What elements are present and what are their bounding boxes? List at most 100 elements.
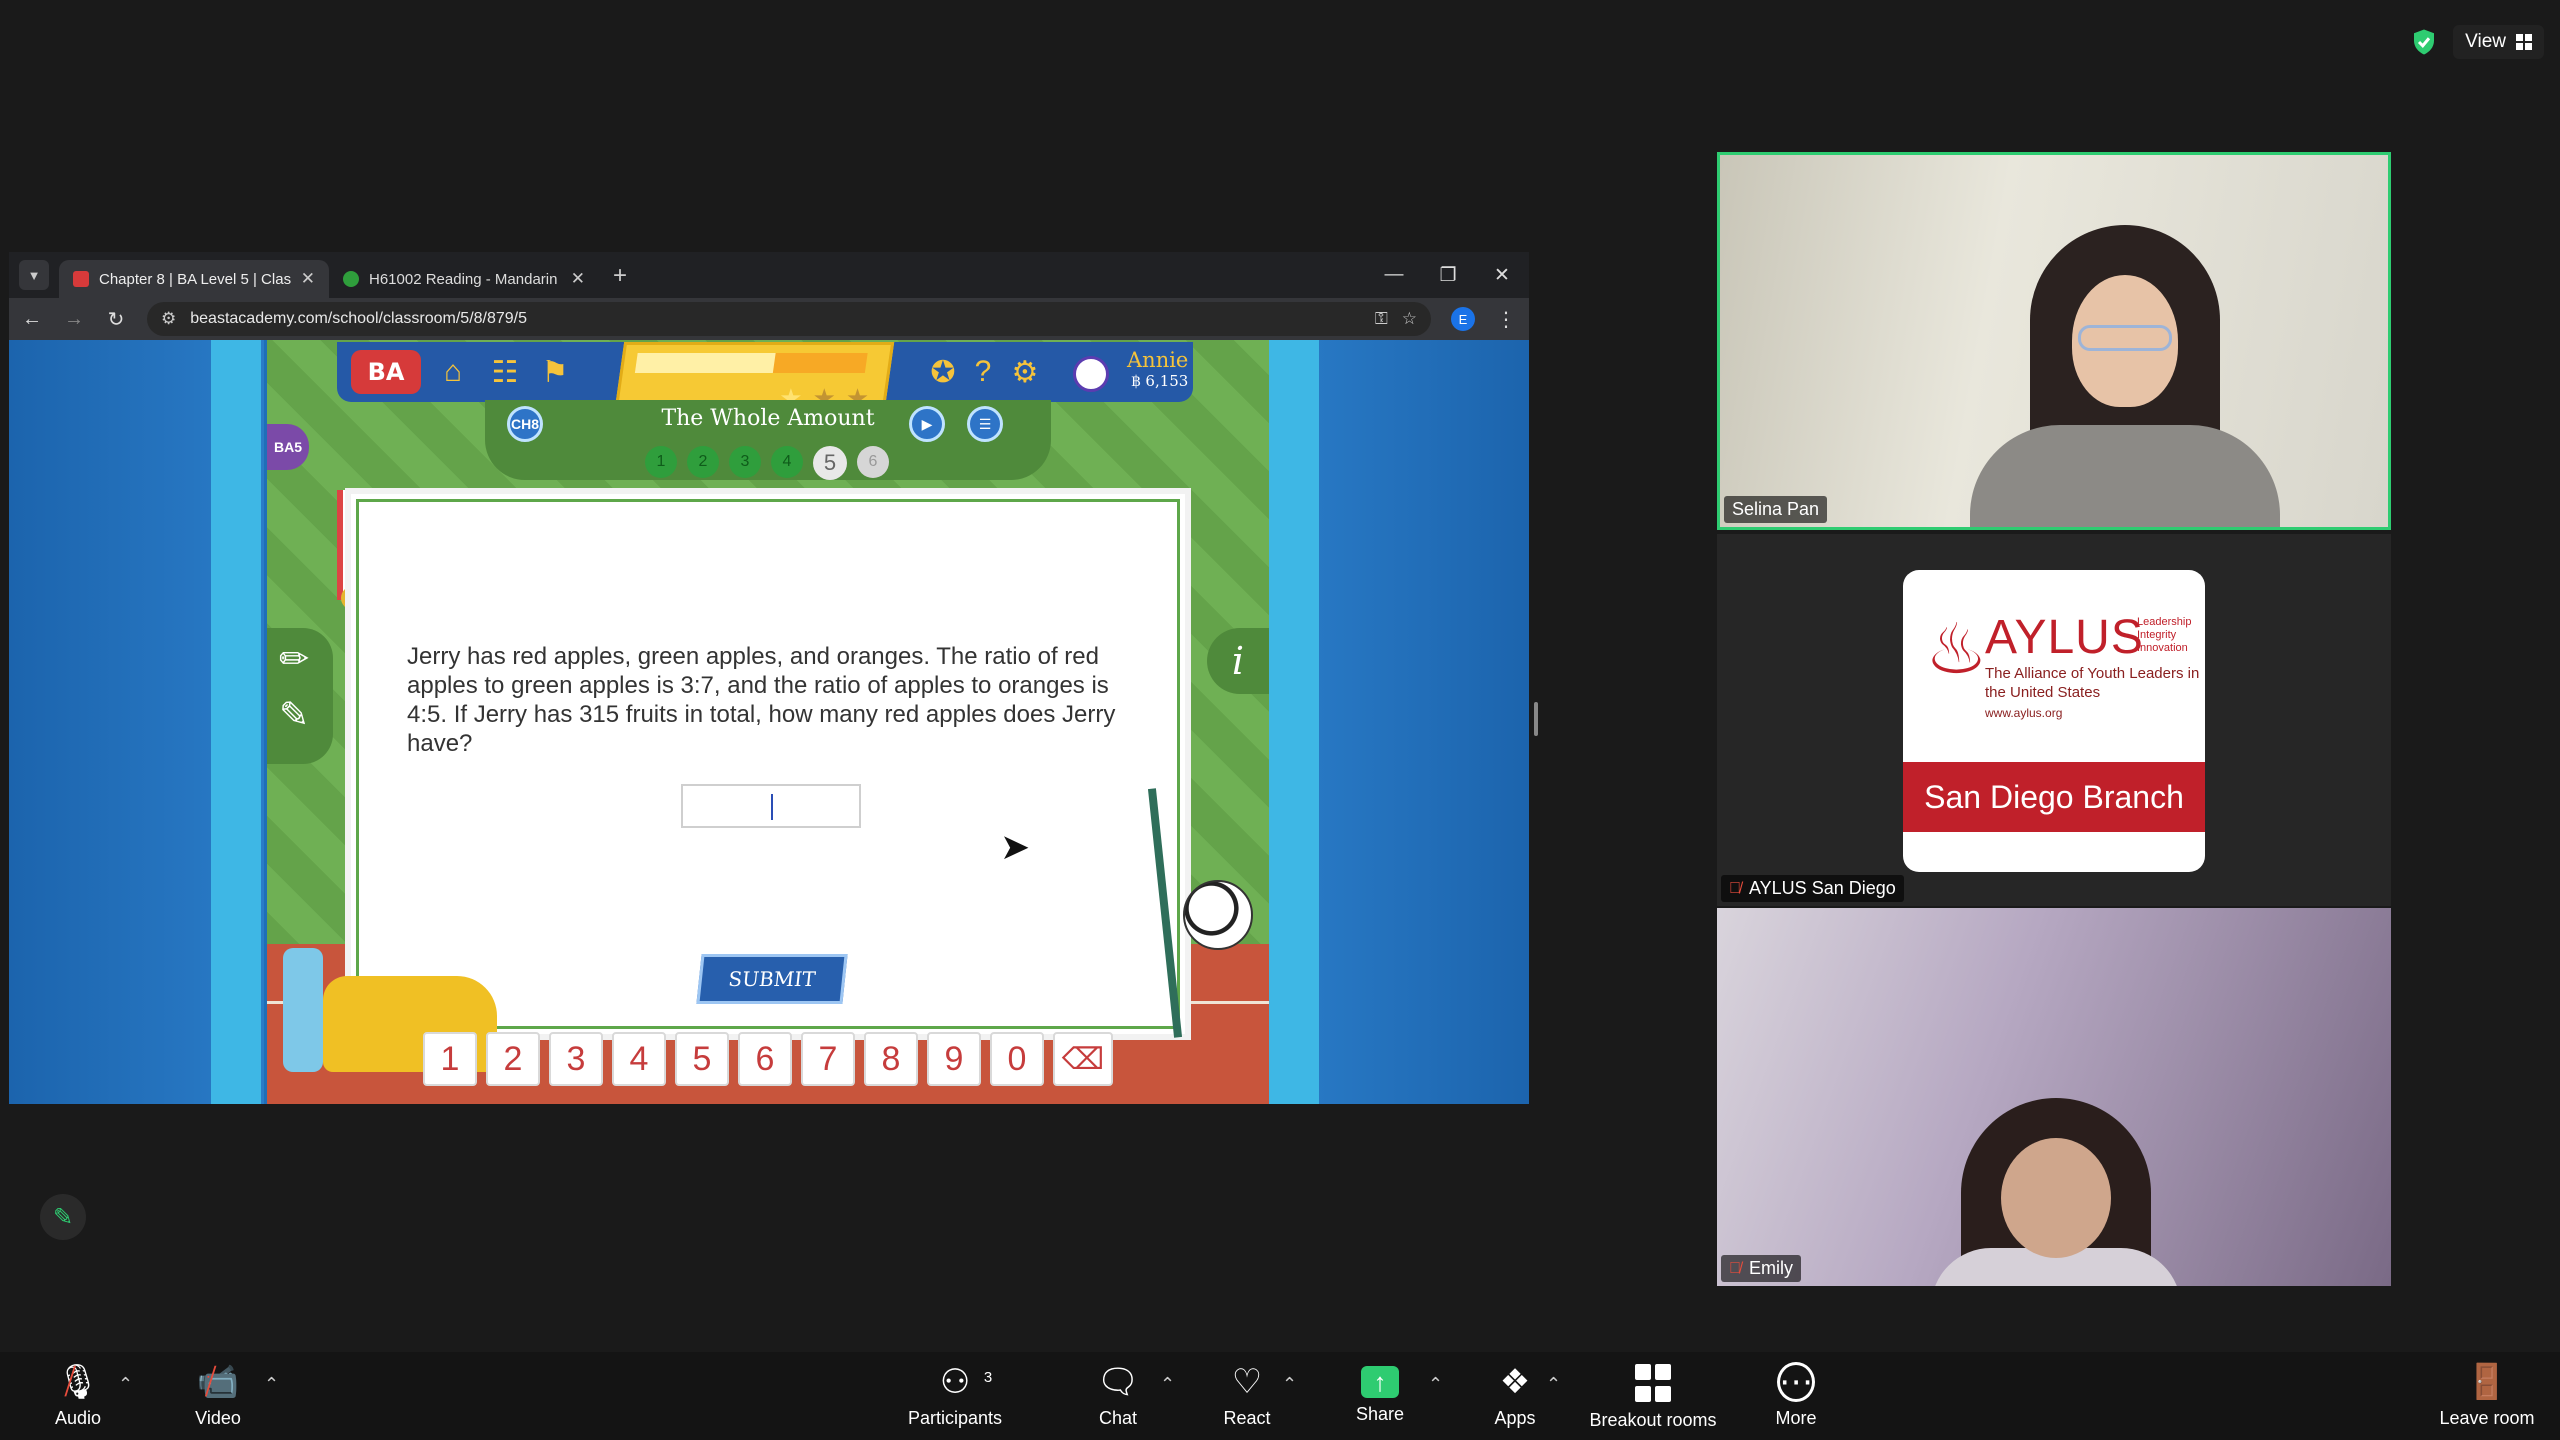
leave-room-button[interactable]: 🚪 Leave room: [2436, 1362, 2538, 1436]
audio-button[interactable]: 🎙 ⧸ Audio: [44, 1362, 112, 1436]
right-stripe: [1269, 340, 1319, 1104]
key-1[interactable]: 1: [423, 1032, 477, 1086]
back-icon[interactable]: ←: [21, 308, 43, 331]
react-button[interactable]: ♡ React: [1222, 1362, 1272, 1436]
annotate-pencil-icon[interactable]: ✎: [40, 1194, 86, 1240]
browser-menu-icon[interactable]: ⋮: [1495, 307, 1517, 332]
chat-options-caret-icon[interactable]: ⌃: [1160, 1374, 1175, 1395]
beast-academy-favicon-icon: [73, 271, 89, 287]
share-button[interactable]: ↑ Share: [1354, 1362, 1406, 1436]
video-options-caret-icon[interactable]: ⌃: [264, 1374, 279, 1395]
video-tile-aylus[interactable]: ♨ AYLUS Leadership Integrity Innovation …: [1717, 534, 2391, 906]
tab-bar: ▼ Chapter 8 | BA Level 5 | Classroom ✕ H…: [9, 252, 1529, 298]
apps-icon: ❖: [1499, 1363, 1531, 1401]
side-level-badge[interactable]: BA5: [267, 424, 309, 470]
answer-input[interactable]: [681, 784, 861, 828]
aylus-logo: ♨ AYLUS Leadership Integrity Innovation …: [1903, 570, 2205, 872]
problem-dot[interactable]: 2: [687, 446, 719, 478]
key-7[interactable]: 7: [801, 1032, 855, 1086]
close-window-icon[interactable]: ✕: [1475, 252, 1529, 298]
backspace-icon[interactable]: ⌫: [1053, 1032, 1113, 1086]
problem-dot[interactable]: 1: [645, 446, 677, 478]
play-video-icon[interactable]: ▶: [909, 406, 945, 442]
tab-ba-classroom[interactable]: Chapter 8 | BA Level 5 | Classroom ✕: [59, 260, 329, 298]
close-tab-icon[interactable]: ✕: [301, 269, 315, 289]
microphone-muted-icon: 🎙 ⧸: [56, 1363, 100, 1401]
user-info[interactable]: Annie ฿ 6,153: [1127, 348, 1188, 390]
settings-gear-icon[interactable]: ⚙: [1007, 354, 1043, 390]
password-key-icon[interactable]: ⚿: [1375, 309, 1388, 329]
book-icon[interactable]: ☷: [487, 354, 523, 390]
participants-label: Participants: [907, 1408, 1003, 1428]
new-tab-icon[interactable]: +: [613, 262, 627, 290]
split-resizer-handle[interactable]: [1534, 702, 1538, 736]
scratchpad-tab[interactable]: ✏ ✎: [267, 628, 333, 764]
key-9[interactable]: 9: [927, 1032, 981, 1086]
share-options-caret-icon[interactable]: ⌃: [1428, 1374, 1443, 1395]
mic-muted-icon: 🎙̸: [1729, 879, 1741, 897]
close-tab-icon[interactable]: ✕: [571, 269, 585, 289]
profile-avatar[interactable]: E: [1451, 307, 1475, 331]
water-bottle-decoration: [283, 948, 323, 1072]
chat-bubble-icon: 🗨: [1096, 1363, 1140, 1401]
site-info-icon[interactable]: ⚙: [161, 309, 176, 329]
react-options-caret-icon[interactable]: ⌃: [1282, 1374, 1297, 1395]
audio-label: Audio: [54, 1408, 102, 1428]
participants-button[interactable]: ⚇ 3 Participants: [900, 1362, 1010, 1436]
bookmark-star-icon[interactable]: ☆: [1402, 309, 1417, 329]
problem-dots: 1 2 3 4 5 6: [645, 446, 889, 480]
aylus-branch-band: San Diego Branch: [1903, 762, 2205, 832]
forward-icon[interactable]: →: [63, 308, 85, 331]
home-icon[interactable]: ⌂: [435, 354, 471, 390]
avatar-icon[interactable]: [1073, 356, 1109, 392]
audio-options-caret-icon[interactable]: ⌃: [118, 1374, 133, 1395]
key-5[interactable]: 5: [675, 1032, 729, 1086]
view-button[interactable]: View: [2453, 25, 2544, 59]
reading-favicon-icon: [343, 271, 359, 287]
breakout-rooms-button[interactable]: Breakout rooms: [1584, 1362, 1722, 1436]
participants-icon: ⚇ 3: [940, 1362, 992, 1402]
problem-dot[interactable]: 3: [729, 446, 761, 478]
eraser-icon[interactable]: ✎: [279, 694, 309, 736]
reload-icon[interactable]: ↻: [105, 307, 127, 332]
grid-view-icon: [2516, 34, 2532, 50]
key-0[interactable]: 0: [990, 1032, 1044, 1086]
shield-check-icon[interactable]: [2409, 27, 2439, 57]
info-icon[interactable]: i: [1207, 628, 1269, 694]
lesson-title: The Whole Amount: [661, 406, 875, 431]
video-button[interactable]: 📹 ⧸ Video: [184, 1362, 252, 1436]
restore-icon[interactable]: ❐: [1421, 252, 1475, 298]
participant-name-tag: 🎙̸ AYLUS San Diego: [1721, 875, 1904, 902]
trophy-icon[interactable]: ⚑: [537, 354, 573, 390]
address-bar[interactable]: ⚙ beastacademy.com/school/classroom/5/8/…: [147, 302, 1431, 336]
key-2[interactable]: 2: [486, 1032, 540, 1086]
question-text: Jerry has red apples, green apples, and …: [407, 643, 1116, 757]
guide-book-icon[interactable]: ☰: [967, 406, 1003, 442]
apps-button[interactable]: ❖ Apps: [1490, 1362, 1540, 1436]
key-3[interactable]: 3: [549, 1032, 603, 1086]
url-text[interactable]: beastacademy.com/school/classroom/5/8/87…: [190, 310, 1361, 328]
key-6[interactable]: 6: [738, 1032, 792, 1086]
video-tile-selina[interactable]: Selina Pan: [1717, 152, 2391, 530]
chat-button[interactable]: 🗨 Chat: [1092, 1362, 1144, 1436]
help-icon[interactable]: ?: [965, 354, 1001, 390]
minimize-icon[interactable]: —: [1367, 252, 1421, 298]
aylus-flame-icon: ♨: [1925, 610, 1988, 688]
problem-dot[interactable]: 4: [771, 446, 803, 478]
shared-browser-window: ▼ Chapter 8 | BA Level 5 | Classroom ✕ H…: [9, 252, 1529, 1104]
tab-reading[interactable]: H61002 Reading - Mandarin Bean ✕: [329, 260, 599, 298]
tab-search-dropdown[interactable]: ▼: [19, 260, 49, 290]
camera-off-icon: 📹 ⧸: [196, 1363, 240, 1401]
apps-options-caret-icon[interactable]: ⌃: [1546, 1374, 1561, 1395]
participant-video: [1931, 1098, 2181, 1286]
achievement-icon[interactable]: ✪: [925, 354, 961, 390]
problem-dot[interactable]: 6: [857, 446, 889, 478]
video-tile-emily[interactable]: 🎙̸ Emily: [1717, 908, 2391, 1286]
key-8[interactable]: 8: [864, 1032, 918, 1086]
ba-logo[interactable]: BA: [351, 350, 421, 394]
submit-button[interactable]: SUBMIT: [696, 954, 848, 1004]
key-4[interactable]: 4: [612, 1032, 666, 1086]
pencil-icon[interactable]: ✏: [279, 638, 309, 680]
problem-dot-current[interactable]: 5: [813, 446, 847, 480]
more-button[interactable]: ⋯ More: [1770, 1362, 1822, 1436]
